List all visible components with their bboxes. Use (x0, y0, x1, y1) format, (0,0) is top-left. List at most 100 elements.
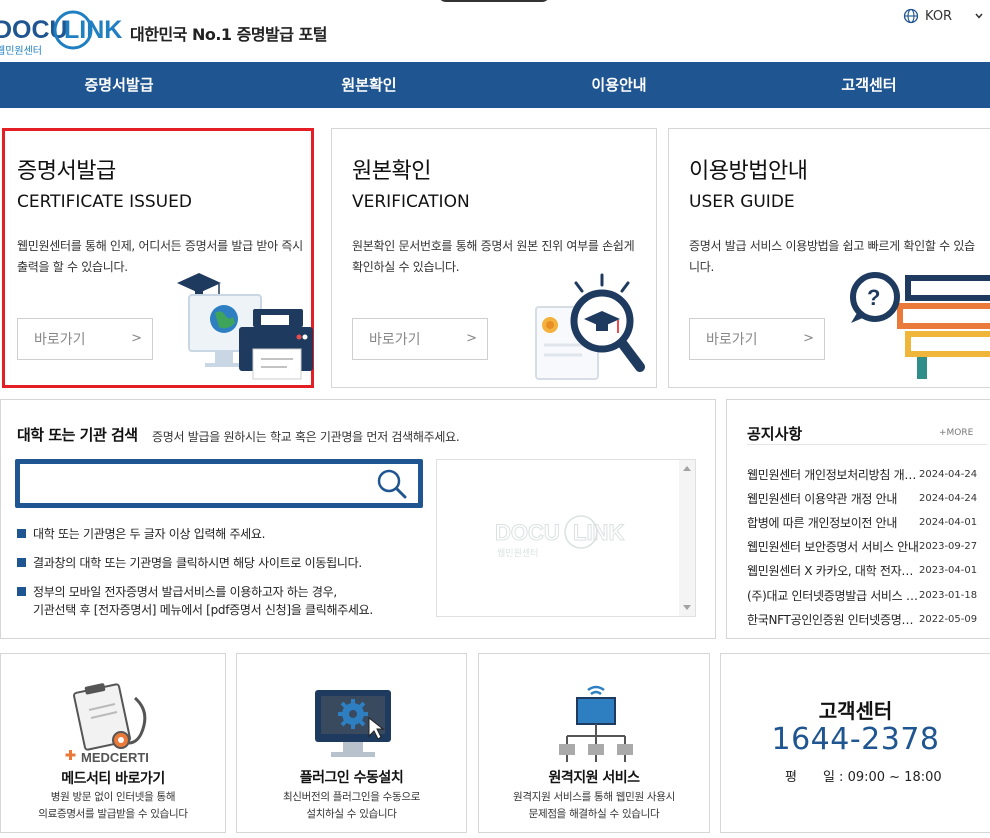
search-title: 대학 또는 기관 검색 (17, 426, 138, 444)
verification-go-button[interactable]: 바로가기 > (352, 318, 488, 360)
notice-item[interactable]: 웹민원센터 X 카카오, 대학 전자증명서 안내2023-04-01 (747, 559, 990, 583)
notice-item[interactable]: 웹민원센터 이용약관 개정 안내 2024-04-24 (747, 486, 990, 510)
notice-item-date: 2023-01-18 (919, 589, 978, 601)
chevron-right-icon: > (131, 331, 142, 346)
clipboard-stethoscope-icon: MEDCERTI (65, 683, 149, 765)
instruction-item: 대학 또는 기관명은 두 글자 이상 입력해 주세요. (17, 525, 373, 543)
docu-link-watermark: DOCU LINK 웹민원센터 (495, 515, 625, 559)
notice-more-link[interactable]: +MORE (939, 428, 973, 438)
verification-card[interactable]: 원본확인 VERIFICATION 원본확인 문서번호를 통해 증명서 원본 진… (331, 128, 657, 388)
language-label: KOR (925, 8, 953, 24)
books-question-illustration: ? (850, 272, 990, 379)
magnifier-certificate-illustration (535, 273, 645, 380)
search-input[interactable] (28, 470, 368, 498)
card-subtitle: CERTIFICATE ISSUED (17, 192, 192, 212)
customer-center-phone[interactable]: 1644-2378 (721, 722, 990, 757)
notice-item-title: 웹민원센터 이용약관 개정 안내 (747, 491, 898, 506)
remote-support-card[interactable]: 원격지원 서비스 원격지원 서비스를 통해 웹민원 사용시 문제점을 해결하실 수… (478, 653, 710, 833)
nav-item-verification[interactable]: 원본확인 (341, 62, 396, 108)
notice-item-date: 2023-09-27 (919, 541, 978, 553)
notice-title: 공지사항 (747, 425, 803, 443)
language-selector[interactable]: KOR (903, 8, 984, 24)
guide-card[interactable]: 이용방법안내 USER GUIDE 증명서 발급 서비스 이용방법을 쉽고 빠르… (668, 128, 990, 388)
certificate-card[interactable]: 증명서발급 CERTIFICATE ISSUED 웹민원센터를 통해 인제, 어… (2, 128, 314, 388)
certificate-go-button[interactable]: 바로가기 > (17, 318, 153, 360)
customer-center-title: 고객센터 (818, 699, 893, 723)
notice-item-title: 웹민원센터 보안증명서 서비스 안내 (747, 540, 919, 555)
notice-divider (747, 444, 987, 445)
card-title: 증명서발급 (17, 159, 116, 184)
search-results-box[interactable]: DOCU LINK 웹민원센터 (436, 459, 696, 617)
chevron-down-icon (975, 13, 983, 19)
chevron-right-icon: > (803, 331, 814, 346)
card-subtitle: USER GUIDE (689, 192, 795, 212)
search-icon[interactable] (376, 468, 408, 500)
card-title: 원본확인 (352, 159, 431, 184)
notice-item-date: 2022-05-09 (919, 613, 978, 625)
go-button-label: 바로가기 (34, 332, 86, 348)
svg-text:웹민원센터: 웹민원센터 (497, 548, 538, 559)
network-computer-icon (559, 685, 633, 762)
notice-item-date: 2024-04-24 (919, 468, 978, 480)
monitor-gear-icon (315, 690, 391, 757)
notice-item[interactable]: 웹민원센터 보안증명서 서비스 안내 2023-09-27 (747, 535, 990, 559)
plugin-install-card[interactable]: 플러그인 수동설치 최신버전의 플러그인을 수동으로 설치하실 수 있습니다 (236, 653, 467, 833)
nav-item-guide[interactable]: 이용안내 (591, 62, 646, 108)
search-subtitle: 증명서 발급을 원하시는 학교 혹은 기관명을 먼저 검색해주세요. (152, 430, 460, 444)
instruction-line: 기관선택 후 [전자증명서] 메뉴에서 [pdf증명서 신청]을 클릭해주세요. (33, 603, 373, 617)
svg-text:DOCU: DOCU (495, 520, 560, 545)
svg-text:?: ? (867, 285, 880, 310)
scroll-up-icon[interactable] (683, 466, 691, 471)
svg-text:LINK: LINK (573, 520, 624, 545)
notice-item-date: 2023-04-01 (919, 565, 978, 577)
instruction-line: 정부의 모바일 전자증명서 발급서비스를 이용하고자 하는 경우, (33, 585, 337, 599)
instruction-item: 정부의 모바일 전자증명서 발급서비스를 이용하고자 하는 경우, 기관선택 후… (17, 583, 373, 619)
bottom-card-title: 플러그인 수동설치 (299, 770, 404, 786)
notice-item-date: 2024-04-01 (919, 516, 978, 528)
search-box (15, 459, 423, 508)
bottom-card-description: 병원 방문 없이 인터넷을 통해 의료증명서를 발급받을 수 있습니다 (38, 791, 188, 820)
notice-item-title: 웹민원센터 X 카카오, 대학 전자증명서 안내 (747, 564, 919, 579)
printer-computer-illustration (177, 273, 313, 380)
scroll-down-icon[interactable] (683, 605, 691, 610)
top-tab-handle (438, 0, 550, 2)
search-instructions: 대학 또는 기관명은 두 글자 이상 입력해 주세요. 결과창의 대학 또는 기… (17, 525, 373, 619)
notice-list: 웹민원센터 개인정보처리방침 개정 안내2024-04-24 웹민원센터 이용약… (747, 462, 990, 631)
docu-link-logo[interactable]: DOCU LINK 웹민원센터 (0, 6, 124, 58)
site-tagline: 대한민국 No.1 증명발급 포털 (130, 25, 328, 44)
notice-item[interactable]: 웹민원센터 개인정보처리방침 개정 안내2024-04-24 (747, 462, 990, 486)
notice-item-title: 합병에 따른 개인정보이전 안내 (747, 515, 898, 530)
notice-item[interactable]: 합병에 따른 개인정보이전 안내 2024-04-01 (747, 510, 990, 534)
bottom-card-title: 원격지원 서비스 (548, 770, 640, 786)
guide-go-button[interactable]: 바로가기 > (689, 318, 825, 360)
instruction-item: 결과창의 대학 또는 기관명을 클릭하시면 해당 사이트로 이동됩니다. (17, 554, 373, 572)
go-button-label: 바로가기 (369, 332, 421, 348)
customer-center-hours: 평 일 : 09:00 ~ 18:00 (785, 770, 942, 785)
card-title: 이용방법안내 (689, 159, 808, 184)
institution-search-panel: 대학 또는 기관 검색 증명서 발급을 원하시는 학교 혹은 기관명을 먼저 검… (0, 399, 716, 639)
go-button-label: 바로가기 (706, 332, 758, 348)
nav-item-certificate[interactable]: 증명서발급 (84, 62, 153, 108)
notice-panel: 공지사항 +MORE 웹민원센터 개인정보처리방침 개정 안내2024-04-2… (726, 399, 990, 639)
notice-item-title: (주)대교 인터넷증명발급 서비스 안내 (747, 588, 919, 603)
notice-item[interactable]: 한국NFT공인인증원 인터넷증명발급 안내2022-05-09 (747, 607, 990, 631)
customer-center-card: 고객센터 1644-2378 평 일 : 09:00 ~ 18:00 (720, 653, 990, 833)
bottom-card-description: 최신버전의 플러그인을 수동으로 설치하실 수 있습니다 (282, 791, 421, 820)
logo-sub-text: 웹민원센터 (0, 45, 42, 57)
medcerti-card[interactable]: MEDCERTI 메드서티 바로가기 병원 방문 없이 인터넷을 통해 의료증명서… (0, 653, 226, 833)
notice-item[interactable]: (주)대교 인터넷증명발급 서비스 안내 2023-01-18 (747, 583, 990, 607)
globe-icon (903, 8, 919, 24)
medcerti-brand: MEDCERTI (81, 750, 149, 765)
main-nav: 증명서발급 원본확인 이용안내 고객센터 (0, 62, 990, 108)
notice-item-title: 웹민원센터 개인정보처리방침 개정 안내 (747, 467, 919, 482)
bottom-card-description: 원격지원 서비스를 통해 웹민원 사용시 문제점을 해결하실 수 있습니다 (513, 791, 675, 820)
results-scrollbar[interactable] (679, 460, 695, 616)
logo-link-text: LINK (64, 16, 122, 44)
card-subtitle: VERIFICATION (352, 192, 470, 212)
notice-item-date: 2024-04-24 (919, 492, 978, 504)
chevron-right-icon: > (466, 331, 477, 346)
nav-item-customer-center[interactable]: 고객센터 (841, 62, 896, 108)
site-header: DOCU LINK 웹민원센터 대한민국 No.1 증명발급 포털 KOR (0, 0, 990, 62)
bottom-card-title: 메드서티 바로가기 (61, 771, 165, 787)
notice-item-title: 한국NFT공인인증원 인터넷증명발급 안내 (747, 612, 919, 627)
